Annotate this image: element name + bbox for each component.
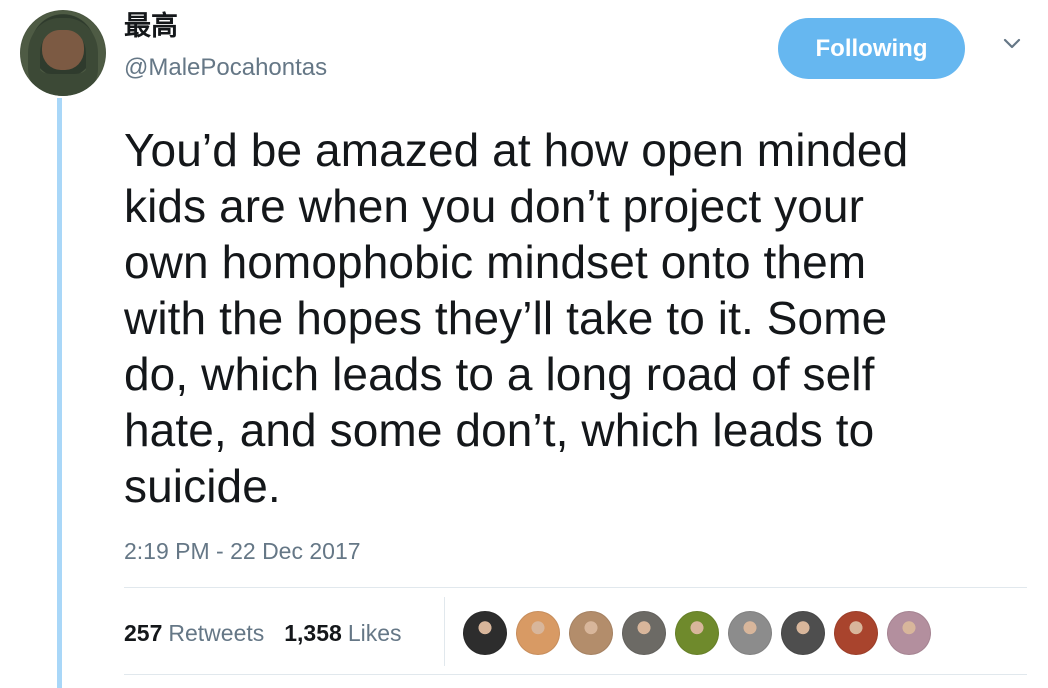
stats-separator	[444, 597, 445, 666]
liker-avatar-5[interactable]	[675, 611, 719, 655]
tweet-card: 最高 @MalePocahontas Following You’d be am…	[0, 0, 1048, 688]
likes-count: 1,358	[284, 620, 342, 646]
likes-label: Likes	[347, 620, 402, 646]
stats-divider-bottom	[124, 674, 1027, 675]
retweets-count: 257	[124, 620, 163, 646]
liker-avatar-3[interactable]	[569, 611, 613, 655]
tweet-timestamp[interactable]: 2:19 PM - 22 Dec 2017	[124, 535, 361, 567]
likes-stat[interactable]: 1,358 Likes	[284, 613, 401, 653]
liker-avatar-1[interactable]	[463, 611, 507, 655]
liker-avatar-8[interactable]	[834, 611, 878, 655]
profile-avatar[interactable]	[20, 10, 106, 96]
retweets-label: Retweets	[168, 620, 265, 646]
author-display-name[interactable]: 最高	[124, 10, 178, 44]
liker-avatar-2[interactable]	[516, 611, 560, 655]
liker-avatars	[463, 611, 931, 655]
author-handle[interactable]: @MalePocahontas	[124, 53, 327, 83]
liker-avatar-7[interactable]	[781, 611, 825, 655]
following-button[interactable]: Following	[778, 18, 965, 79]
liker-avatar-4[interactable]	[622, 611, 666, 655]
tweet-stats: 257 Retweets 1,358 Likes	[124, 613, 402, 653]
liker-avatar-9[interactable]	[887, 611, 931, 655]
tweet-text: You’d be amazed at how open minded kids …	[124, 124, 909, 512]
chevron-down-icon[interactable]	[1003, 37, 1021, 51]
retweets-stat[interactable]: 257 Retweets	[124, 613, 264, 653]
thread-line	[57, 98, 62, 688]
stats-divider-top	[124, 587, 1027, 588]
liker-avatar-6[interactable]	[728, 611, 772, 655]
